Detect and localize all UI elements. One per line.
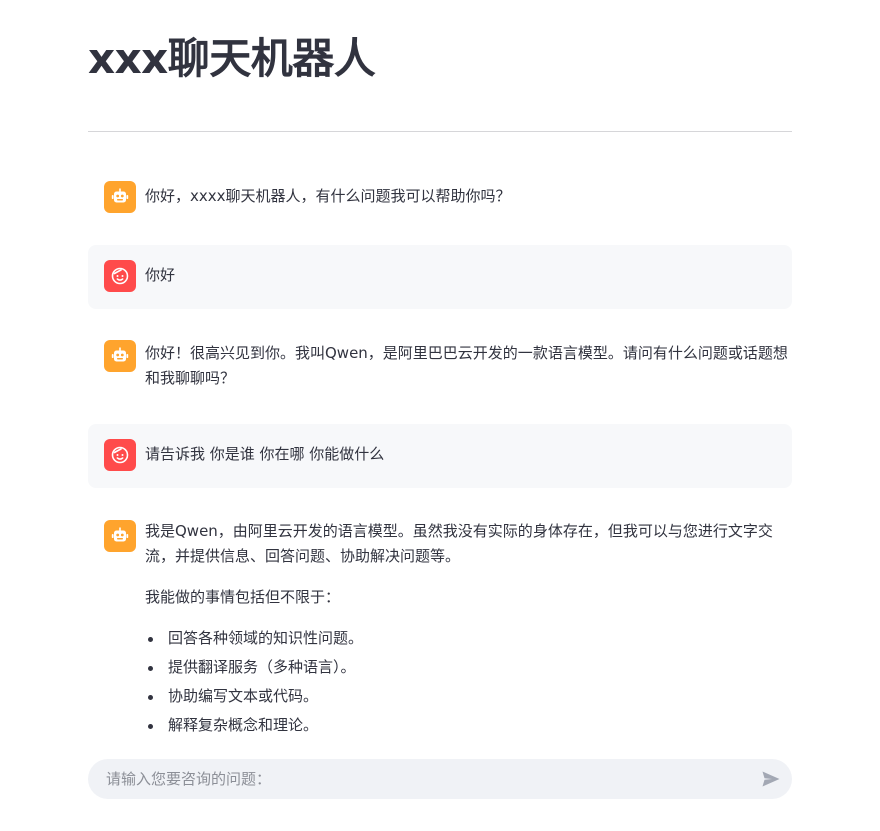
- smiley-face-icon: [111, 267, 129, 285]
- message-text: 我能做的事情包括但不限于：: [145, 588, 341, 606]
- user-avatar: [104, 439, 136, 471]
- send-arrow-icon: [762, 771, 780, 787]
- chat-message-user: 你好: [88, 245, 792, 309]
- list-item: 协助编写文本或代码。: [145, 682, 792, 711]
- message-content: 我是Qwen，由阿里云开发的语言模型。虽然我没有实际的身体存在，但我可以与您进行…: [145, 519, 792, 740]
- page-title: xxx聊天机器人: [88, 34, 376, 83]
- message-text: 你好: [145, 266, 176, 284]
- send-button[interactable]: [760, 768, 782, 790]
- robot-icon: [111, 527, 129, 542]
- list-item: 提供翻译服务（多种语言）。: [145, 653, 792, 682]
- title-divider: [88, 131, 792, 132]
- chat-input[interactable]: [106, 759, 726, 799]
- message-text: 我是Qwen，由阿里云开发的语言模型。虽然我没有实际的身体存在，但我可以与您进行…: [145, 522, 773, 565]
- message-content: 你好，xxxx聊天机器人，有什么问题我可以帮助你吗？: [145, 184, 792, 209]
- smiley-face-icon: [111, 446, 129, 464]
- list-item: 回答各种领域的知识性问题。: [145, 624, 792, 653]
- message-content: 你好: [145, 263, 792, 288]
- capability-list: 回答各种领域的知识性问题。 提供翻译服务（多种语言）。 协助编写文本或代码。 解…: [145, 624, 792, 740]
- chat-message-assistant: 我是Qwen，由阿里云开发的语言模型。虽然我没有实际的身体存在，但我可以与您进行…: [88, 509, 792, 745]
- assistant-avatar: [104, 340, 136, 372]
- robot-icon: [111, 347, 129, 362]
- main-container: xxx聊天机器人 你好，xxxx聊天机器人，有什么问题我可以帮助你吗？ 你好 你…: [88, 0, 792, 831]
- list-item: 解释复杂概念和理论。: [145, 711, 792, 740]
- message-text: 你好，xxxx聊天机器人，有什么问题我可以帮助你吗？: [145, 187, 511, 205]
- message-content: 你好！很高兴见到你。我叫Qwen，是阿里巴巴云开发的一款语言模型。请问有什么问题…: [145, 341, 792, 391]
- message-text: 请告诉我 你是谁 你在哪 你能做什么: [145, 445, 385, 463]
- assistant-avatar: [104, 520, 136, 552]
- assistant-avatar: [104, 181, 136, 213]
- message-content: 请告诉我 你是谁 你在哪 你能做什么: [145, 442, 792, 467]
- chat-input-container: [88, 759, 792, 799]
- message-text: 你好！很高兴见到你。我叫Qwen，是阿里巴巴云开发的一款语言模型。请问有什么问题…: [145, 344, 788, 387]
- chat-message-user: 请告诉我 你是谁 你在哪 你能做什么: [88, 424, 792, 488]
- chat-message-assistant: 你好！很高兴见到你。我叫Qwen，是阿里巴巴云开发的一款语言模型。请问有什么问题…: [88, 330, 792, 404]
- robot-icon: [111, 188, 129, 203]
- chat-message-assistant: 你好，xxxx聊天机器人，有什么问题我可以帮助你吗？: [88, 172, 792, 222]
- user-avatar: [104, 260, 136, 292]
